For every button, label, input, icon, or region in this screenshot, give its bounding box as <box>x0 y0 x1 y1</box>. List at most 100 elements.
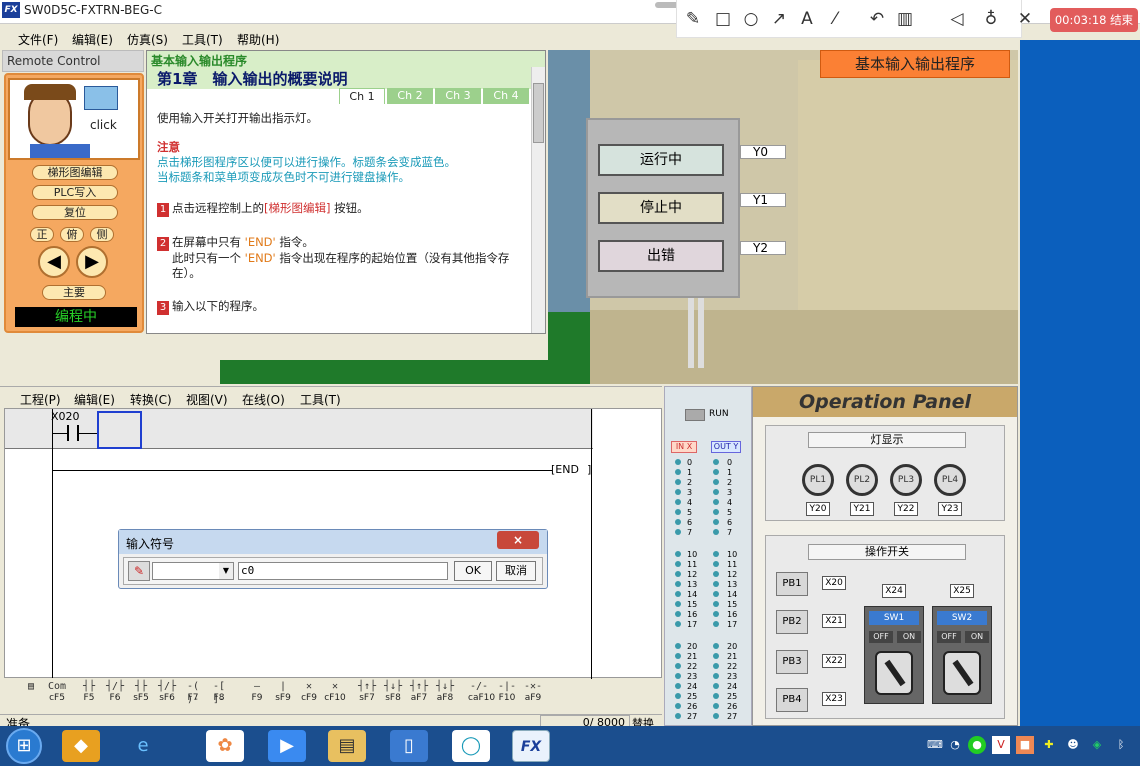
function-key-button[interactable]: -✕- aF9 <box>522 680 544 706</box>
keyboard-icon[interactable]: ⌨ <box>926 736 944 754</box>
ladder-cursor[interactable] <box>97 411 142 449</box>
function-key-button[interactable]: ✕ cF10 <box>324 680 346 706</box>
text-icon[interactable]: A <box>797 9 817 29</box>
pen-icon[interactable]: ✎ <box>128 561 150 581</box>
menu-file[interactable]: 文件(F) <box>18 31 58 48</box>
pushbutton-pb4[interactable]: PB4 <box>776 688 808 712</box>
trash-icon[interactable]: ▥ <box>895 9 915 29</box>
next-arrow-icon[interactable]: ▶ <box>76 246 108 278</box>
menu-edit[interactable]: 编辑(E) <box>72 31 113 48</box>
shield-icon[interactable]: ◈ <box>1088 736 1106 754</box>
close-icon[interactable]: ✕ <box>1015 9 1035 29</box>
bluetooth-icon[interactable]: ᛒ <box>1112 736 1130 754</box>
ladder-edit-button[interactable]: 梯形图编辑 <box>32 165 118 180</box>
tutorial-scrollbar[interactable] <box>531 67 545 333</box>
lamp-tag-y23: Y23 <box>938 502 962 516</box>
rotary-knob-icon[interactable] <box>943 651 981 695</box>
microphone-icon[interactable]: ♁ <box>981 9 1001 29</box>
ie-icon[interactable]: e <box>124 730 162 762</box>
recording-timer-button[interactable]: 00:03:18 结束 <box>1050 8 1138 32</box>
prev-arrow-icon[interactable]: ◀ <box>38 246 70 278</box>
input-led <box>675 479 681 485</box>
view-front-button[interactable]: 正 <box>30 227 54 242</box>
function-key-button[interactable]: ┤↓├ sF8 <box>382 680 404 706</box>
scrollbar-thumb[interactable] <box>533 83 544 143</box>
dialog-close-button[interactable]: × <box>497 531 539 549</box>
function-key-button[interactable]: ┤/├ F6 <box>104 680 126 706</box>
reset-button[interactable]: 复位 <box>32 205 118 220</box>
instruction-input[interactable]: c0 <box>238 562 448 580</box>
network-icon[interactable]: ◔ <box>946 736 964 754</box>
menu-help[interactable]: 帮助(H) <box>237 31 279 48</box>
function-key-button[interactable]: -[ ]- F8 <box>208 680 230 706</box>
qq-icon[interactable]: ☻ <box>1064 736 1082 754</box>
rectangle-icon[interactable]: □ <box>713 9 733 29</box>
ok-button[interactable]: OK <box>454 561 492 581</box>
main-button[interactable]: 主要 <box>42 285 106 300</box>
explorer-icon[interactable]: ▤ <box>328 730 366 762</box>
function-key-button[interactable]: — F9 <box>246 680 268 706</box>
video-icon[interactable]: ▶ <box>268 730 306 762</box>
function-key-button[interactable]: Com cF5 <box>46 680 68 706</box>
v-icon[interactable]: V <box>992 736 1010 754</box>
selector-switch-sw1[interactable]: SW1 OFF ON <box>864 606 924 704</box>
speaker-icon[interactable]: ◁ <box>947 9 967 29</box>
output-label: 24 <box>727 682 738 691</box>
undo-icon[interactable]: ↶ <box>867 9 887 29</box>
wechat-icon[interactable]: ● <box>968 736 986 754</box>
function-key-button[interactable]: ┤↑├ sF7 <box>356 680 378 706</box>
function-key-button[interactable]: ┤↑├ aF7 <box>408 680 430 706</box>
function-key-button[interactable]: ▤ <box>20 680 42 706</box>
function-key-button[interactable]: ┤├ sF5 <box>130 680 152 706</box>
circle-icon[interactable]: ○ <box>741 9 761 29</box>
cancel-button[interactable]: 取消 <box>496 561 536 581</box>
selector-switch-sw2[interactable]: SW2 OFF ON <box>932 606 992 704</box>
ladder-menu-tools[interactable]: 工具(T) <box>300 391 341 408</box>
magic-wand-icon[interactable]: ⁄ <box>825 9 845 29</box>
dialog-title-bar[interactable] <box>119 530 547 554</box>
chat-icon[interactable]: ◯ <box>452 730 490 762</box>
input-label: 21 <box>687 652 698 661</box>
pushbutton-pb1[interactable]: PB1 <box>776 572 808 596</box>
arrow-icon[interactable]: ↗ <box>769 9 789 29</box>
plc-write-button[interactable]: PLC写入 <box>32 185 118 200</box>
photos-icon[interactable]: ✿ <box>206 730 244 762</box>
function-key-button[interactable]: -/- caF10 <box>468 680 495 706</box>
ladder-menu-project[interactable]: 工程(P) <box>20 391 61 408</box>
pen-icon[interactable]: ✎ <box>683 9 703 29</box>
tab-ch4[interactable]: Ch 4 <box>483 88 529 104</box>
tab-ch2[interactable]: Ch 2 <box>387 88 433 104</box>
function-key-button[interactable]: -( )- F7 <box>182 680 204 706</box>
ladder-menu-view[interactable]: 视图(V) <box>186 391 228 408</box>
function-key-button[interactable]: ┤├ F5 <box>78 680 100 706</box>
ladder-menu-online[interactable]: 在线(O) <box>242 391 285 408</box>
function-key-button[interactable]: -|- F10 <box>496 680 518 706</box>
menu-tools[interactable]: 工具(T) <box>182 31 223 48</box>
start-button[interactable]: ⊞ <box>6 728 42 764</box>
ladder-menu-edit[interactable]: 编辑(E) <box>74 391 115 408</box>
instruction-type-select[interactable]: ▼ <box>152 562 234 580</box>
contact-symbol-icon[interactable] <box>67 425 69 441</box>
function-key-button[interactable]: ✕ cF9 <box>298 680 320 706</box>
view-top-button[interactable]: 俯 <box>60 227 84 242</box>
end-instruction[interactable]: [END <box>551 463 579 476</box>
menu-simulate[interactable]: 仿真(S) <box>127 31 168 48</box>
plus-icon[interactable]: ✚ <box>1040 736 1058 754</box>
pushbutton-pb3[interactable]: PB3 <box>776 650 808 674</box>
tab-ch3[interactable]: Ch 3 <box>435 88 481 104</box>
view-side-button[interactable]: 侧 <box>90 227 114 242</box>
tab-ch1[interactable]: Ch 1 <box>339 88 385 104</box>
ladder-menu-convert[interactable]: 转换(C) <box>130 391 172 408</box>
function-key-button[interactable]: ┤/├ sF6 <box>156 680 178 706</box>
rotary-knob-icon[interactable] <box>875 651 913 695</box>
tutor-avatar[interactable]: click <box>8 78 140 160</box>
function-key-button[interactable]: | sF9 <box>272 680 294 706</box>
folder-icon[interactable]: ◆ <box>62 730 100 762</box>
pushbutton-pb2[interactable]: PB2 <box>776 610 808 634</box>
ladder-row[interactable] <box>5 409 593 449</box>
phone-icon[interactable]: ▯ <box>390 730 428 762</box>
fx-icon[interactable]: FX <box>512 730 550 762</box>
function-key-button[interactable]: ┤↓├ aF8 <box>434 680 456 706</box>
chevron-down-icon[interactable]: ▼ <box>219 563 233 579</box>
app-tray-icon[interactable]: ■ <box>1016 736 1034 754</box>
